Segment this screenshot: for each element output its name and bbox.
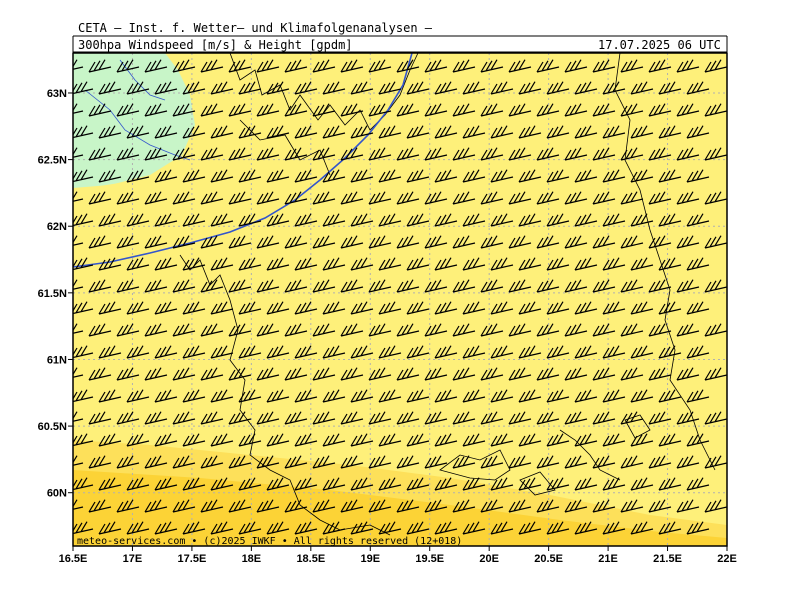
lon-tick-label: 22E — [717, 553, 737, 565]
lon-tick-label: 17E — [123, 553, 143, 565]
lat-tick-label: 61.5N — [38, 288, 67, 300]
longitude-axis: 16.5E 17E 17.5E 18E 18.5E 19E 19.5E 20E 20.5E 21E… — [59, 546, 737, 565]
wind-map: 63N 62.5N 62N 61.5N 61N 60.5N 60N 16.5E 17E 17.5… — [38, 35, 737, 565]
lat-tick-label: 62N — [47, 221, 67, 233]
lon-tick-label: 16.5E — [59, 553, 88, 565]
lon-tick-label: 19E — [360, 553, 380, 565]
lat-tick-label: 60N — [47, 488, 67, 500]
lat-tick-label: 61N — [47, 354, 67, 366]
footer-credit: meteo-services.com • (c)2025 IWKF • All … — [77, 536, 462, 547]
lon-tick-label: 20E — [479, 553, 499, 565]
lon-tick-label: 18E — [242, 553, 262, 565]
lat-tick-label: 63N — [47, 88, 67, 100]
latitude-axis: 63N 62.5N 62N 61.5N 61N 60.5N 60N — [38, 88, 73, 500]
lon-tick-label: 18.5E — [296, 553, 325, 565]
map-plot-area — [73, 53, 727, 546]
lon-tick-label: 21.5E — [653, 553, 682, 565]
lon-tick-label: 19.5E — [415, 553, 444, 565]
lon-tick-label: 17.5E — [178, 553, 207, 565]
lat-tick-label: 60.5N — [38, 421, 67, 433]
lat-tick-label: 62.5N — [38, 155, 67, 167]
lon-tick-label: 20.5E — [534, 553, 563, 565]
lon-tick-label: 21E — [598, 553, 618, 565]
